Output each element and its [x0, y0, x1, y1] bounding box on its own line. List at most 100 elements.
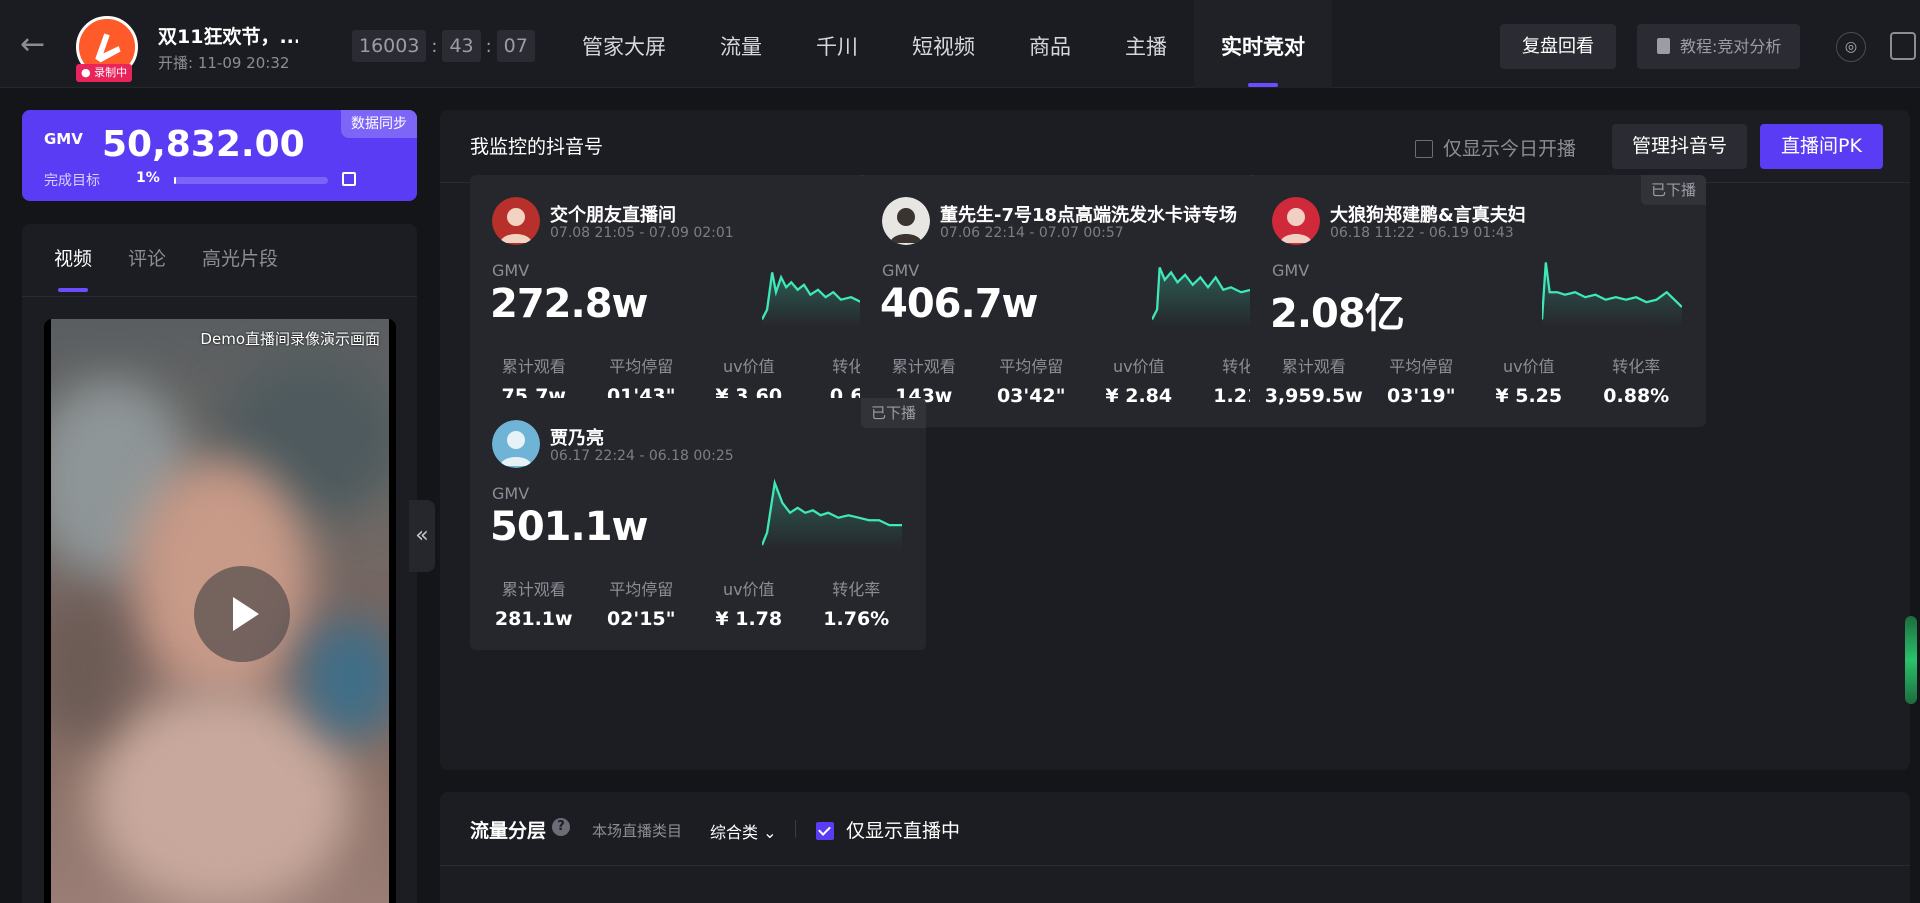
- stat-label: 平均停留: [609, 580, 674, 599]
- stat-value: 3,959.5w: [1264, 385, 1363, 407]
- target-value: 1%: [136, 170, 160, 186]
- tab-comments[interactable]: 评论: [128, 244, 166, 271]
- avatar: [1272, 197, 1320, 245]
- stat-conversion-rate: 转化率 1.76%: [803, 576, 911, 630]
- play-icon[interactable]: [194, 566, 290, 662]
- stat-avg-stay: 平均停留 03'42": [978, 353, 1086, 407]
- gmv-summary-card: GMV 50,832.00 数据同步 完成目标 1%: [22, 110, 417, 201]
- stat-value: ¥ 1.78: [715, 608, 783, 630]
- target-progress-bar: [174, 177, 328, 184]
- live-time-range: 06.18 11:22 - 06.19 01:43: [1330, 225, 1514, 241]
- target-label: 完成目标: [44, 173, 100, 189]
- divider: [22, 296, 417, 297]
- gmv-sparkline: [762, 478, 902, 550]
- stat-label: 平均停留: [1389, 357, 1454, 376]
- today-only-checkbox[interactable]: 仅显示今日开播: [1415, 134, 1576, 161]
- data-sync-button[interactable]: 数据同步: [341, 110, 417, 138]
- checked-checkbox-icon: [816, 822, 834, 840]
- tab-host[interactable]: 主播: [1098, 0, 1194, 88]
- traffic-layers-title: 流量分层: [470, 820, 547, 842]
- gmv-value: 2.08亿: [1270, 291, 1405, 337]
- stat-label: 平均停留: [609, 357, 674, 376]
- account-name[interactable]: 董先生-7号18点高端洗发水卡诗专场: [940, 201, 1237, 227]
- stat-value: 1.76%: [823, 608, 890, 630]
- divider: [795, 820, 796, 838]
- manage-accounts-button[interactable]: 管理抖音号: [1612, 124, 1747, 169]
- gmv-label: GMV: [492, 261, 530, 280]
- live-pk-button[interactable]: 直播间PK: [1760, 124, 1883, 169]
- fullscreen-icon[interactable]: [1890, 32, 1916, 60]
- tutorial-label: 教程:竞对分析: [1680, 37, 1782, 56]
- tab-butler-screen[interactable]: 管家大屏: [555, 0, 693, 88]
- live-only-label: 仅显示直播中: [846, 820, 961, 842]
- live-only-checkbox[interactable]: 仅显示直播中: [816, 816, 960, 843]
- tutorial-button[interactable]: 教程:竞对分析: [1637, 24, 1800, 69]
- card-jiaogepengyou[interactable]: 已下播 交个朋友直播间 07.08 21:05 - 07.09 02:01 GM…: [470, 175, 926, 427]
- category-select[interactable]: 综合类 ⌄: [710, 819, 777, 843]
- stat-value: ¥ 5.25: [1495, 385, 1563, 407]
- stat-uv-value: uv价值 ¥ 2.84: [1085, 353, 1193, 407]
- media-tabs: 视频 评论 高光片段: [54, 244, 314, 292]
- avatar: [492, 420, 540, 468]
- stats-row: 累计观看 3,959.5w 平均停留 03'19" uv价值 ¥ 5.25 转化…: [1260, 353, 1690, 407]
- headset-icon[interactable]: ◎: [1836, 32, 1866, 62]
- timer-separator: :: [431, 35, 438, 57]
- tab-short-video[interactable]: 短视频: [885, 0, 1002, 88]
- account-name[interactable]: 贾乃亮: [550, 424, 604, 450]
- live-time-range: 06.17 22:24 - 06.18 00:25: [550, 448, 734, 464]
- page-scrollbar[interactable]: [1905, 616, 1917, 704]
- back-arrow-icon[interactable]: ←: [20, 30, 52, 62]
- stat-total-views: 累计观看 3,959.5w: [1260, 353, 1368, 407]
- stat-label: 转化率: [1612, 357, 1661, 376]
- document-icon: [1657, 38, 1670, 54]
- stat-avg-stay: 平均停留 03'19": [1368, 353, 1476, 407]
- stat-label: 累计观看: [501, 357, 566, 376]
- stat-total-views: 累计观看 281.1w: [480, 576, 588, 630]
- video-player[interactable]: Demo直播间录像演示画面: [44, 319, 396, 903]
- stat-value: 281.1w: [494, 608, 573, 630]
- category-label: 本场直播类目: [592, 822, 683, 840]
- ended-badge: 已下播: [1640, 175, 1706, 205]
- stat-uv-value: uv价值 ¥ 1.78: [695, 576, 803, 630]
- stat-conversion-rate: 转化率 0.88%: [1583, 353, 1691, 407]
- stats-row: 累计观看 281.1w 平均停留 02'15" uv价值 ¥ 1.78 转化率 …: [480, 576, 910, 630]
- card-jianailiang[interactable]: 已下播 贾乃亮 06.17 22:24 - 06.18 00:25 GMV 50…: [470, 398, 926, 650]
- stats-row: 累计观看 143w 平均停留 03'42" uv价值 ¥ 2.84 转化率 1.…: [870, 353, 1300, 407]
- tab-realtime-competitor[interactable]: 实时竞对: [1194, 0, 1332, 88]
- stat-value: 03'19": [1386, 385, 1456, 407]
- tab-highlights[interactable]: 高光片段: [202, 244, 278, 271]
- tab-products[interactable]: 商品: [1002, 0, 1098, 88]
- timer-separator: :: [485, 35, 492, 57]
- account-name[interactable]: 大狼狗郑建鹏&言真夫妇: [1330, 201, 1526, 227]
- gmv-label: GMV: [1272, 261, 1310, 280]
- card-dongxiansheng[interactable]: 已下播 董先生-7号18点高端洗发水卡诗专场 07.06 22:14 - 07.…: [860, 175, 1316, 427]
- gmv-label: GMV: [44, 130, 83, 148]
- card-dalanggou[interactable]: 已下播 大狼狗郑建鹏&言真夫妇 06.18 11:22 - 06.19 01:4…: [1250, 175, 1706, 427]
- gmv-label: GMV: [882, 261, 920, 280]
- timer-minutes: 43: [442, 30, 481, 62]
- avatar: [882, 197, 930, 245]
- edit-target-icon[interactable]: [342, 172, 356, 186]
- replay-button[interactable]: 复盘回看: [1500, 24, 1616, 69]
- top-bar: ← ● 录制中 双11狂欢节，... 开播: 11-09 20:32 16003…: [0, 0, 1920, 88]
- ended-badge: 已下播: [860, 398, 926, 428]
- stat-label: uv价值: [722, 357, 775, 376]
- stat-value: 0.88%: [1603, 385, 1670, 407]
- tab-traffic[interactable]: 流量: [693, 0, 789, 88]
- timer-seconds: 07: [496, 30, 535, 62]
- video-caption: Demo直播间录像演示画面: [200, 330, 380, 348]
- checkbox-icon: [1415, 140, 1433, 158]
- account-name[interactable]: 交个朋友直播间: [550, 201, 676, 227]
- tab-video[interactable]: 视频: [54, 244, 92, 292]
- monitored-accounts-panel: 我监控的抖音号 仅显示今日开播 管理抖音号 直播间PK 已下播 交个朋友直播间 …: [440, 110, 1910, 770]
- avatar: [492, 197, 540, 245]
- collapse-sidebar-icon[interactable]: «: [409, 500, 435, 572]
- stat-avg-stay: 平均停留 02'15": [588, 576, 696, 630]
- gmv-label: GMV: [492, 484, 530, 503]
- gmv-sparkline: [1542, 262, 1682, 327]
- help-icon[interactable]: ?: [552, 818, 570, 836]
- panel-title: 我监控的抖音号: [470, 136, 604, 158]
- stat-uv-value: uv价值 ¥ 5.25: [1475, 353, 1583, 407]
- stat-label: 累计观看: [891, 357, 956, 376]
- tab-qianchuan[interactable]: 千川: [789, 0, 885, 88]
